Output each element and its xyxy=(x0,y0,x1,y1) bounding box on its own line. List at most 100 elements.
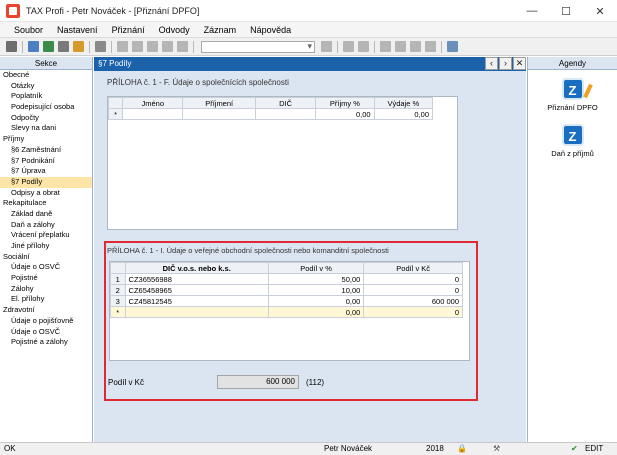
cell-podil-kc[interactable]: 0 xyxy=(363,284,463,296)
mail-icon[interactable] xyxy=(425,41,436,52)
cell-podil-pct[interactable]: 0,00 xyxy=(267,306,365,318)
col-podil-pct[interactable]: Podíl v % xyxy=(267,262,365,274)
cell-dic[interactable]: CZ36556988 xyxy=(124,273,269,285)
toolbar-combo[interactable] xyxy=(201,40,315,53)
sidebar-item[interactable]: Pojistné xyxy=(0,273,92,284)
sidebar-item[interactable]: Pojistné a zálohy xyxy=(0,337,92,348)
cell-podil-kc[interactable]: 0 xyxy=(363,306,463,318)
cell-dic[interactable] xyxy=(254,108,317,120)
cell-podil-pct[interactable]: 0,00 xyxy=(267,295,365,307)
sidebar-item[interactable]: Rekapitulace xyxy=(0,198,92,209)
tax-return-icon: Z xyxy=(561,78,584,100)
tools-icon: ⚒ xyxy=(493,444,501,453)
pencil-icon xyxy=(583,83,593,99)
sidebar-item[interactable]: §7 Podnikání xyxy=(0,156,92,167)
delete-icon[interactable] xyxy=(321,41,332,52)
check-icon[interactable] xyxy=(132,41,143,52)
window-controls: — ☐ ✕ xyxy=(515,0,617,22)
row-marker: 3 xyxy=(110,295,126,307)
col-jmeno[interactable]: Jméno xyxy=(122,97,184,109)
send-icon[interactable] xyxy=(410,41,421,52)
sidebar-item[interactable]: Poplatník xyxy=(0,91,92,102)
toolbar-separator xyxy=(337,40,338,53)
sidebar-item[interactable]: Daň a zálohy xyxy=(0,220,92,231)
col-dic-company[interactable]: DIČ v.o.s. nebo k.s. xyxy=(124,262,269,274)
table-row[interactable]: 1 CZ36556988 50,00 0 xyxy=(110,273,463,285)
sidebar-item[interactable]: §7 Podíly xyxy=(0,176,92,188)
settings-icon[interactable] xyxy=(447,41,458,52)
sidebar-item[interactable]: Údaje o pojišťovně xyxy=(0,316,92,327)
cell-jmeno[interactable] xyxy=(122,108,184,120)
sidebar-item[interactable]: Podepisující osoba xyxy=(0,102,92,113)
menu-nastaveni[interactable]: Nastavení xyxy=(50,25,105,35)
tab-prev-button[interactable]: ‹ xyxy=(485,57,498,70)
folder-icon[interactable] xyxy=(343,41,354,52)
section-tree: Obecné Otázky Poplatník Podepisující osoba O… xyxy=(0,70,92,348)
cell-prijmy[interactable]: 0,00 xyxy=(315,108,375,120)
table-row[interactable]: * 0,00 0 xyxy=(110,306,463,318)
menu-odvody[interactable]: Odvody xyxy=(152,25,197,35)
sidebar-item[interactable]: Jiné přílohy xyxy=(0,241,92,252)
col-podil-kc[interactable]: Podíl v Kč xyxy=(363,262,463,274)
tab-close-button[interactable]: ✕ xyxy=(513,57,526,70)
sidebar-item[interactable]: Odpisy a obrat xyxy=(0,188,92,199)
cell-podil-pct[interactable]: 50,00 xyxy=(267,273,365,285)
table-row[interactable]: * 0,00 0,00 xyxy=(107,108,434,120)
sidebar-item[interactable]: Slevy na dani xyxy=(0,123,92,134)
chat-icon[interactable] xyxy=(395,41,406,52)
toolbar-grip-icon[interactable] xyxy=(6,41,17,52)
sidebar-item[interactable]: §6 Zaměstnání xyxy=(0,145,92,156)
col-dic[interactable]: DIČ xyxy=(254,97,317,109)
menu-priznani[interactable]: Přiznání xyxy=(105,25,152,35)
sidebar-item[interactable]: Sociální xyxy=(0,252,92,263)
menu-zaznam[interactable]: Záznam xyxy=(197,25,244,35)
save-icon[interactable] xyxy=(147,41,158,52)
tab-next-button[interactable]: › xyxy=(499,57,512,70)
first-record-icon[interactable] xyxy=(117,41,128,52)
sidebar-item[interactable]: Základ daně xyxy=(0,209,92,220)
menu-napoveda[interactable]: Nápověda xyxy=(243,25,298,35)
copy-icon[interactable] xyxy=(177,41,188,52)
sidebar-item[interactable]: Údaje o OSVČ xyxy=(0,262,92,273)
cell-prijmeni[interactable] xyxy=(182,108,256,120)
table-row[interactable]: 3 CZ45812545 0,00 600 000 xyxy=(110,295,463,307)
agenda-item-label: Daň z příjmů xyxy=(551,149,594,158)
cell-podil-pct[interactable]: 10,00 xyxy=(267,284,365,296)
sidebar-item[interactable]: Vrácení přeplatku xyxy=(0,230,92,241)
sidebar-item[interactable]: Odpočty xyxy=(0,113,92,124)
table-row[interactable]: 2 CZ65458965 10,00 0 xyxy=(110,284,463,296)
sidebar-item[interactable]: Údaje o OSVČ xyxy=(0,327,92,338)
print-icon[interactable] xyxy=(58,41,69,52)
sidebar-item[interactable]: Otázky xyxy=(0,81,92,92)
agenda-item-dan[interactable]: Z Daň z příjmů xyxy=(528,124,617,158)
col-prijmy[interactable]: Příjmy % xyxy=(315,97,375,109)
cell-podil-kc[interactable]: 600 000 xyxy=(363,295,463,307)
minimize-button[interactable]: — xyxy=(515,0,549,22)
sidebar-item[interactable]: Obecné xyxy=(0,70,92,81)
agenda-item-label: Přiznání DPFO xyxy=(547,103,598,112)
cut-icon[interactable] xyxy=(95,41,106,52)
col-vydaje[interactable]: Výdaje % xyxy=(373,97,434,109)
cell-dic[interactable]: CZ65458965 xyxy=(124,284,269,296)
grid-icon[interactable] xyxy=(358,41,369,52)
cell-dic[interactable]: CZ45812545 xyxy=(124,295,269,307)
cell-dic[interactable] xyxy=(124,306,269,318)
disk-icon[interactable] xyxy=(162,41,173,52)
sidebar-item[interactable]: El. přílohy xyxy=(0,294,92,305)
sidebar-item[interactable]: §7 Úprava xyxy=(0,166,92,177)
col-prijmeni[interactable]: Příjmení xyxy=(182,97,256,109)
menu-soubor[interactable]: Soubor xyxy=(0,25,50,35)
message-icon[interactable] xyxy=(380,41,391,52)
close-button[interactable]: ✕ xyxy=(583,0,617,22)
tab-title: §7 Podíly xyxy=(98,59,132,68)
cell-vydaje[interactable]: 0,00 xyxy=(373,108,434,120)
sidebar-item[interactable]: Příjmy xyxy=(0,134,92,145)
sidebar-item[interactable]: Zdravotní xyxy=(0,305,92,316)
agenda-item-dpfo[interactable]: Z Přiznání DPFO xyxy=(528,78,617,112)
maximize-button[interactable]: ☐ xyxy=(549,0,583,22)
sidebar-item[interactable]: Zálohy xyxy=(0,284,92,295)
cell-podil-kc[interactable]: 0 xyxy=(363,273,463,285)
export-icon[interactable] xyxy=(73,41,84,52)
open-icon[interactable] xyxy=(43,41,54,52)
new-icon[interactable] xyxy=(28,41,39,52)
